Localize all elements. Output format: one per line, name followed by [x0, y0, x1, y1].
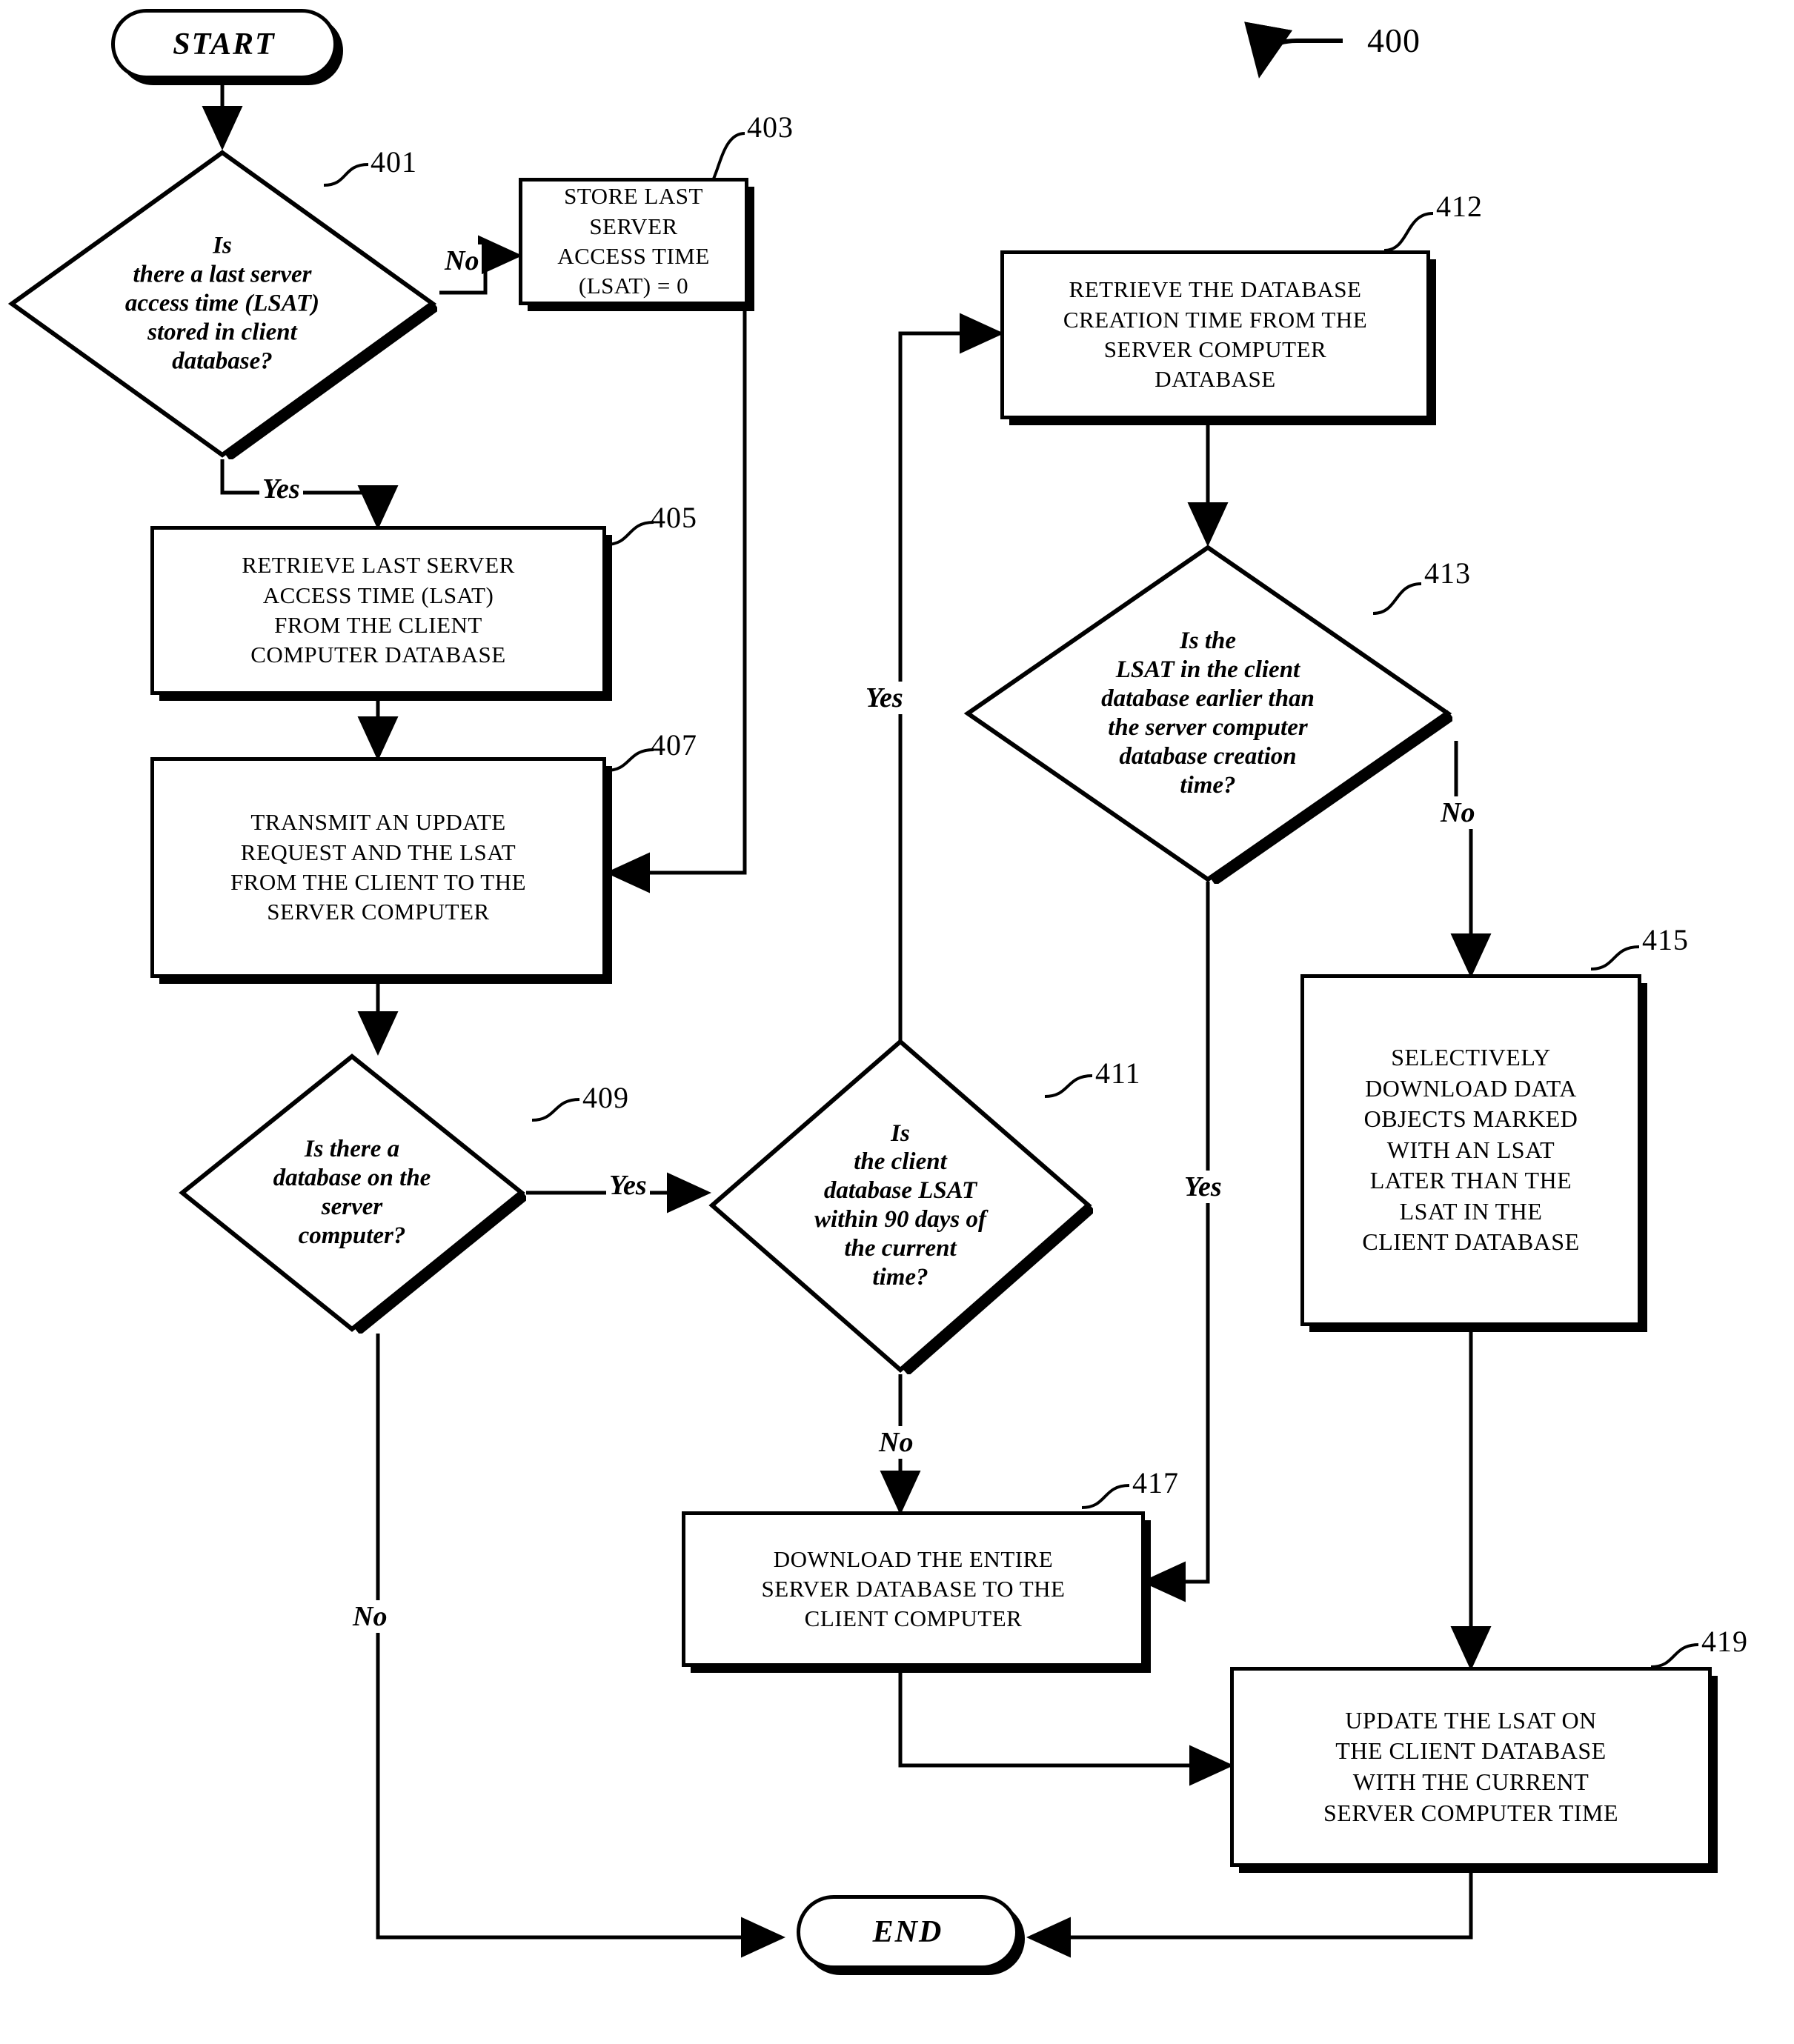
text-line: computer? [298, 1222, 406, 1249]
text-line: time? [1180, 771, 1236, 799]
ref-417: 417 [1132, 1466, 1179, 1499]
edge-label-409-yes: Yes [606, 1169, 650, 1202]
text-line: Is [891, 1119, 910, 1147]
text-line: access time (LSAT) [124, 290, 320, 317]
text-line: time? [872, 1264, 928, 1291]
text-line: SERVER COMPUTER TIME [1323, 1799, 1618, 1826]
process-407: TRANSMIT AN UPDATE REQUEST AND THE LSAT … [150, 757, 606, 978]
text-line: REQUEST AND THE LSAT [240, 839, 516, 865]
ref-411: 411 [1095, 1056, 1141, 1090]
text-line: DOWNLOAD THE ENTIRE [773, 1545, 1054, 1572]
text-line: database creation [1119, 742, 1297, 770]
text-line: STORE LAST SERVER [564, 183, 703, 239]
edge-label-409-no: No [350, 1600, 391, 1633]
text-line: WITH THE CURRENT [1352, 1768, 1589, 1795]
ref-419: 419 [1701, 1625, 1748, 1658]
process-415: SELECTIVELY DOWNLOAD DATA OBJECTS MARKED… [1300, 974, 1641, 1326]
process-403: STORE LAST SERVER ACCESS TIME (LSAT) = 0 [519, 178, 748, 305]
decision-411: Is the client database LSAT within 90 da… [708, 1037, 1093, 1374]
text-line: FROM THE CLIENT [274, 612, 482, 638]
process-407-text: TRANSMIT AN UPDATE REQUEST AND THE LSAT … [230, 808, 526, 927]
ref-401: 401 [371, 145, 417, 179]
text-line: stored in client [147, 319, 297, 346]
text-line: CREATION TIME FROM THE [1063, 306, 1368, 333]
text-line: Is the [1179, 627, 1237, 655]
text-line: WITH AN LSAT [1386, 1136, 1555, 1163]
text-line: DOWNLOAD DATA [1365, 1074, 1577, 1102]
text-line: RETRIEVE LAST SERVER [242, 552, 515, 579]
text-line: database? [172, 347, 273, 375]
figure-number: 400 [1367, 21, 1421, 59]
text-line: SERVER DATABASE TO THE [761, 1575, 1066, 1602]
edge-label-401-yes: Yes [259, 473, 303, 505]
process-405: RETRIEVE LAST SERVER ACCESS TIME (LSAT) … [150, 526, 606, 695]
edge-label-413-no: No [1438, 796, 1478, 829]
text-line: CLIENT DATABASE [1362, 1228, 1580, 1256]
decision-409-text: Is there a database on the server comput… [209, 1135, 494, 1251]
text-line: SERVER COMPUTER [267, 899, 490, 925]
text-line: the current [844, 1235, 957, 1262]
decision-409: Is there a database on the server comput… [178, 1052, 526, 1334]
end-terminal: END [797, 1895, 1019, 1969]
text-line: there a last server [133, 261, 312, 288]
ref-409: 409 [582, 1081, 629, 1114]
start-label: START [173, 27, 276, 61]
text-line: SERVER COMPUTER [1103, 336, 1327, 362]
start-terminal: START [111, 9, 337, 79]
text-line: ACCESS TIME (LSAT) [262, 582, 494, 608]
process-417-text: DOWNLOAD THE ENTIRE SERVER DATABASE TO T… [762, 1545, 1066, 1634]
edge-label-401-no: No [442, 244, 482, 277]
text-line: RETRIEVE THE DATABASE [1069, 276, 1362, 303]
text-line: within 90 days of [814, 1206, 986, 1234]
ref-405: 405 [651, 501, 697, 534]
text-line: database on the [273, 1165, 431, 1192]
decision-413: Is the LSAT in the client database earli… [963, 543, 1452, 884]
ref-412: 412 [1436, 190, 1483, 223]
text-line: database earlier than [1101, 685, 1315, 713]
text-line: Is [213, 232, 232, 259]
ref-413: 413 [1424, 556, 1471, 590]
edge-label-411-yes-up: Yes [863, 682, 906, 714]
text-line: OBJECTS MARKED [1363, 1105, 1578, 1133]
process-412-text: RETRIEVE THE DATABASE CREATION TIME FROM… [1063, 275, 1367, 394]
text-line: LATER THAN THE [1369, 1167, 1572, 1194]
text-line: FROM THE CLIENT TO THE [230, 869, 527, 895]
text-line: Is there a [304, 1136, 400, 1163]
text-line: SELECTIVELY [1391, 1043, 1551, 1071]
process-419-text: UPDATE THE LSAT ON THE CLIENT DATABASE W… [1323, 1705, 1618, 1828]
ref-415: 415 [1642, 923, 1689, 956]
text-line: server [321, 1194, 383, 1220]
ref-403: 403 [747, 110, 794, 144]
patent-flowchart-figure: 400 START Is there a last server access … [0, 0, 1794, 2044]
process-412: RETRIEVE THE DATABASE CREATION TIME FROM… [1000, 250, 1430, 419]
end-label: END [872, 1915, 943, 1949]
decision-413-text: Is the LSAT in the client database earli… [1017, 627, 1399, 800]
text-line: UPDATE THE LSAT ON [1345, 1706, 1597, 1734]
text-line: the client [854, 1148, 947, 1176]
text-line: CLIENT COMPUTER [804, 1605, 1023, 1632]
text-line: DATABASE [1155, 366, 1276, 393]
edge-label-413-yes: Yes [1181, 1171, 1225, 1203]
decision-401: Is there a last server access time (LSAT… [7, 148, 437, 459]
text-line: LSAT IN THE [1399, 1197, 1543, 1225]
process-403-text: STORE LAST SERVER ACCESS TIME (LSAT) = 0 [530, 182, 737, 301]
text-line: COMPUTER DATABASE [250, 642, 506, 668]
process-419: UPDATE THE LSAT ON THE CLIENT DATABASE W… [1230, 1667, 1712, 1867]
process-415-text: SELECTIVELY DOWNLOAD DATA OBJECTS MARKED… [1362, 1042, 1579, 1258]
decision-411-text: Is the client database LSAT within 90 da… [746, 1119, 1054, 1293]
edge-label-411-no: No [876, 1426, 917, 1459]
process-417: DOWNLOAD THE ENTIRE SERVER DATABASE TO T… [682, 1511, 1145, 1667]
text-line: database LSAT [823, 1177, 977, 1205]
text-line: TRANSMIT AN UPDATE [250, 809, 506, 836]
text-line: LSAT in the client [1115, 656, 1300, 684]
ref-407: 407 [651, 728, 697, 762]
text-line: ACCESS TIME (LSAT) = 0 [557, 243, 710, 299]
decision-401-text: Is there a last server access time (LSAT… [67, 232, 377, 376]
text-line: THE CLIENT DATABASE [1335, 1737, 1607, 1765]
text-line: the server computer [1108, 714, 1308, 741]
process-405-text: RETRIEVE LAST SERVER ACCESS TIME (LSAT) … [242, 550, 515, 670]
